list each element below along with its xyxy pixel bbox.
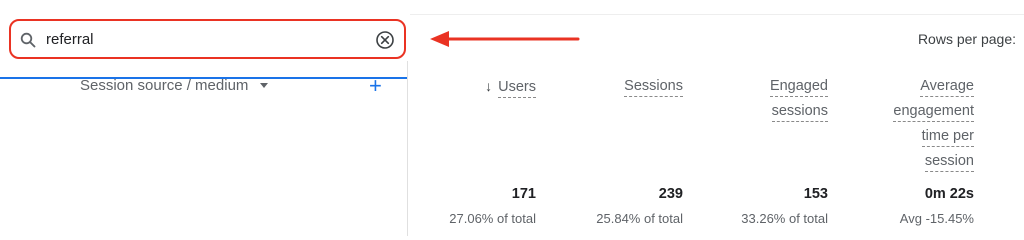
total-users-percent: 27.06% of total	[449, 211, 536, 226]
search-field-highlight[interactable]	[9, 19, 406, 59]
rows-per-page-label: Rows per page:	[917, 31, 1016, 47]
metric-header-label: Average	[920, 77, 974, 97]
sort-down-arrow-icon: ↓	[485, 78, 493, 94]
total-avg-engagement-delta: Avg -15.45%	[899, 211, 974, 226]
search-input[interactable]	[46, 28, 366, 50]
metric-header-label: session	[924, 152, 974, 172]
total-avg-engagement-value: 0m 22s	[924, 186, 974, 202]
metric-header-avg-engagement-time[interactable]: Average engagement time per session	[893, 75, 974, 175]
dimension-header[interactable]: Session source / medium	[80, 77, 269, 94]
toolbar-divider	[410, 14, 1024, 15]
search-icon	[20, 32, 36, 48]
total-sessions-percent: 25.84% of total	[596, 211, 683, 226]
search-bar	[0, 19, 408, 79]
metric-header-label: Users	[498, 78, 536, 98]
metric-header-label: Engaged	[769, 77, 828, 97]
metric-header-engaged-sessions[interactable]: Engaged sessions	[769, 75, 828, 125]
dimension-label: Session source / medium	[80, 77, 249, 94]
total-users-value: 171	[511, 186, 536, 202]
total-engaged-sessions-percent: 33.26% of total	[741, 211, 828, 226]
close-circle-icon[interactable]	[375, 30, 395, 50]
caret-down-icon	[260, 83, 269, 88]
column-divider	[407, 61, 408, 236]
metric-header-label: engagement	[893, 102, 974, 122]
add-dimension-button[interactable]: +	[369, 75, 382, 97]
metric-header-label: time per	[921, 127, 974, 147]
metric-header-users[interactable]: ↓ Users	[485, 75, 536, 101]
metric-header-label: sessions	[771, 102, 828, 122]
metric-header-label: Sessions	[624, 77, 683, 97]
annotation-arrow-icon	[430, 31, 580, 47]
total-engaged-sessions-value: 153	[803, 186, 828, 202]
total-sessions-value: 239	[658, 186, 683, 202]
metric-header-sessions[interactable]: Sessions	[624, 75, 683, 100]
